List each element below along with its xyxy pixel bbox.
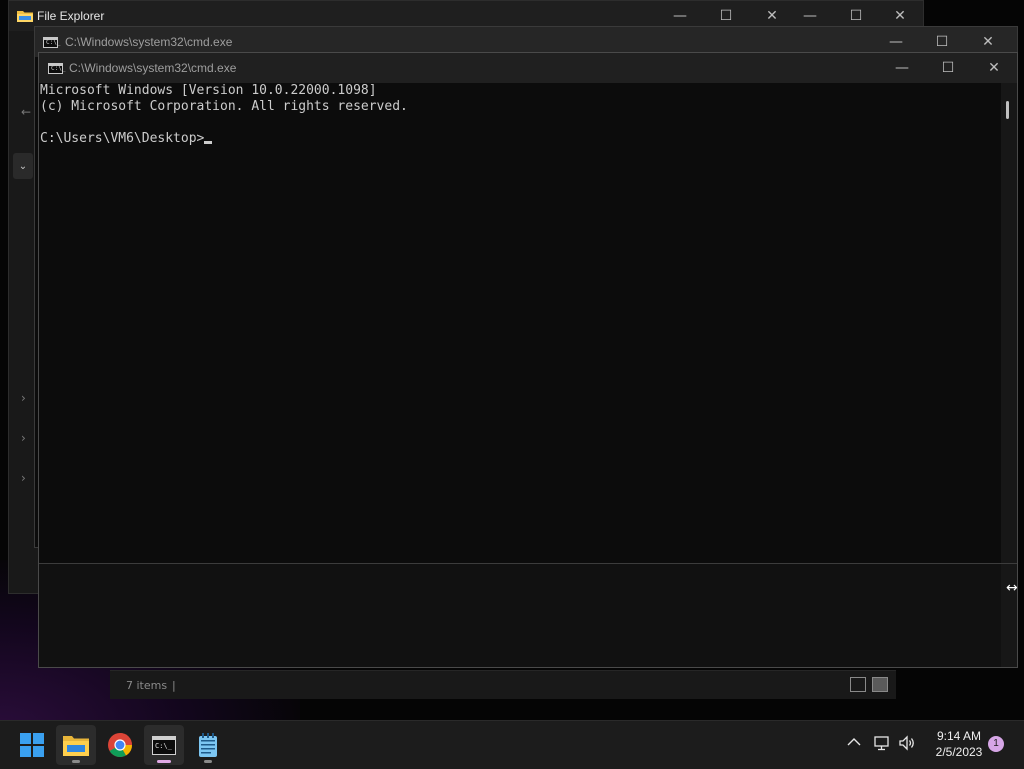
console-line: (c) Microsoft Corporation. All rights re… xyxy=(40,99,408,114)
details-view-icon[interactable] xyxy=(850,677,866,692)
volume-icon[interactable] xyxy=(898,735,916,755)
cmd-window-front[interactable]: C:\_ C:\Windows\system32\cmd.exe — ☐ ✕ M… xyxy=(38,52,1018,668)
console-line: Microsoft Windows [Version 10.0.22000.10… xyxy=(40,83,377,98)
clock-time: 9:14 AM xyxy=(936,729,982,743)
start-button[interactable] xyxy=(12,725,52,765)
clock-date: 2/5/2023 xyxy=(935,745,983,759)
folder-icon xyxy=(17,11,33,22)
status-separator: | xyxy=(172,679,176,692)
item-count: 7 items xyxy=(126,679,168,692)
file-explorer-statusbar: 7 items | xyxy=(110,670,896,699)
close-button[interactable]: ✕ xyxy=(971,53,1017,83)
running-indicator xyxy=(72,760,80,763)
focused-indicator xyxy=(157,760,171,763)
chrome-icon xyxy=(108,733,132,758)
text-cursor xyxy=(204,141,213,144)
console-prompt: C:\Users\VM6\Desktop> xyxy=(40,131,205,146)
resize-cursor-icon: ↔ xyxy=(1006,580,1018,596)
chevron-right-icon[interactable]: › xyxy=(21,471,26,485)
chevron-right-icon[interactable]: › xyxy=(21,431,26,445)
maximize-button[interactable]: ☐ xyxy=(925,53,971,83)
cmd-front-titlebar[interactable]: C:\_ C:\Windows\system32\cmd.exe — ☐ ✕ xyxy=(39,53,1017,83)
console-prompt-line[interactable]: C:\Users\VM6\Desktop> xyxy=(40,131,408,147)
file-explorer-title: File Explorer xyxy=(37,9,105,23)
back-arrow-icon[interactable]: ← xyxy=(21,105,31,119)
cmd-icon: C:\_ xyxy=(43,37,60,48)
chevron-down-icon[interactable]: ⌄ xyxy=(13,153,33,179)
cmd-icon: C:\_ xyxy=(152,735,176,755)
taskbar-chrome[interactable] xyxy=(100,725,140,765)
show-hidden-icons-chevron-icon[interactable] xyxy=(847,735,861,751)
minimize-button[interactable]: — xyxy=(879,53,925,83)
tiles-view-icon[interactable] xyxy=(872,677,888,692)
console-output[interactable]: Microsoft Windows [Version 10.0.22000.10… xyxy=(39,83,408,147)
notification-badge[interactable]: 1 xyxy=(988,736,1004,752)
notepad-icon xyxy=(199,733,217,757)
running-indicator xyxy=(204,760,212,763)
cmd-back-title: C:\Windows\system32\cmd.exe xyxy=(65,35,233,49)
system-clock[interactable]: 9:14 AM 2/5/2023 xyxy=(924,728,994,760)
taskbar: C:\_ xyxy=(0,720,1024,769)
network-icon[interactable] xyxy=(873,735,891,755)
chevron-right-icon[interactable]: › xyxy=(21,391,26,405)
taskbar-file-explorer[interactable] xyxy=(56,725,96,765)
taskbar-notepad[interactable] xyxy=(188,725,228,765)
cmd-icon: C:\_ xyxy=(48,63,65,74)
folder-icon xyxy=(63,736,89,756)
taskbar-command-prompt[interactable]: C:\_ xyxy=(144,725,184,765)
windows-logo-icon xyxy=(20,733,44,757)
scrollbar-thumb[interactable] xyxy=(1006,101,1009,119)
cmd-front-title: C:\Windows\system32\cmd.exe xyxy=(69,61,237,75)
lower-pane xyxy=(39,564,1001,667)
